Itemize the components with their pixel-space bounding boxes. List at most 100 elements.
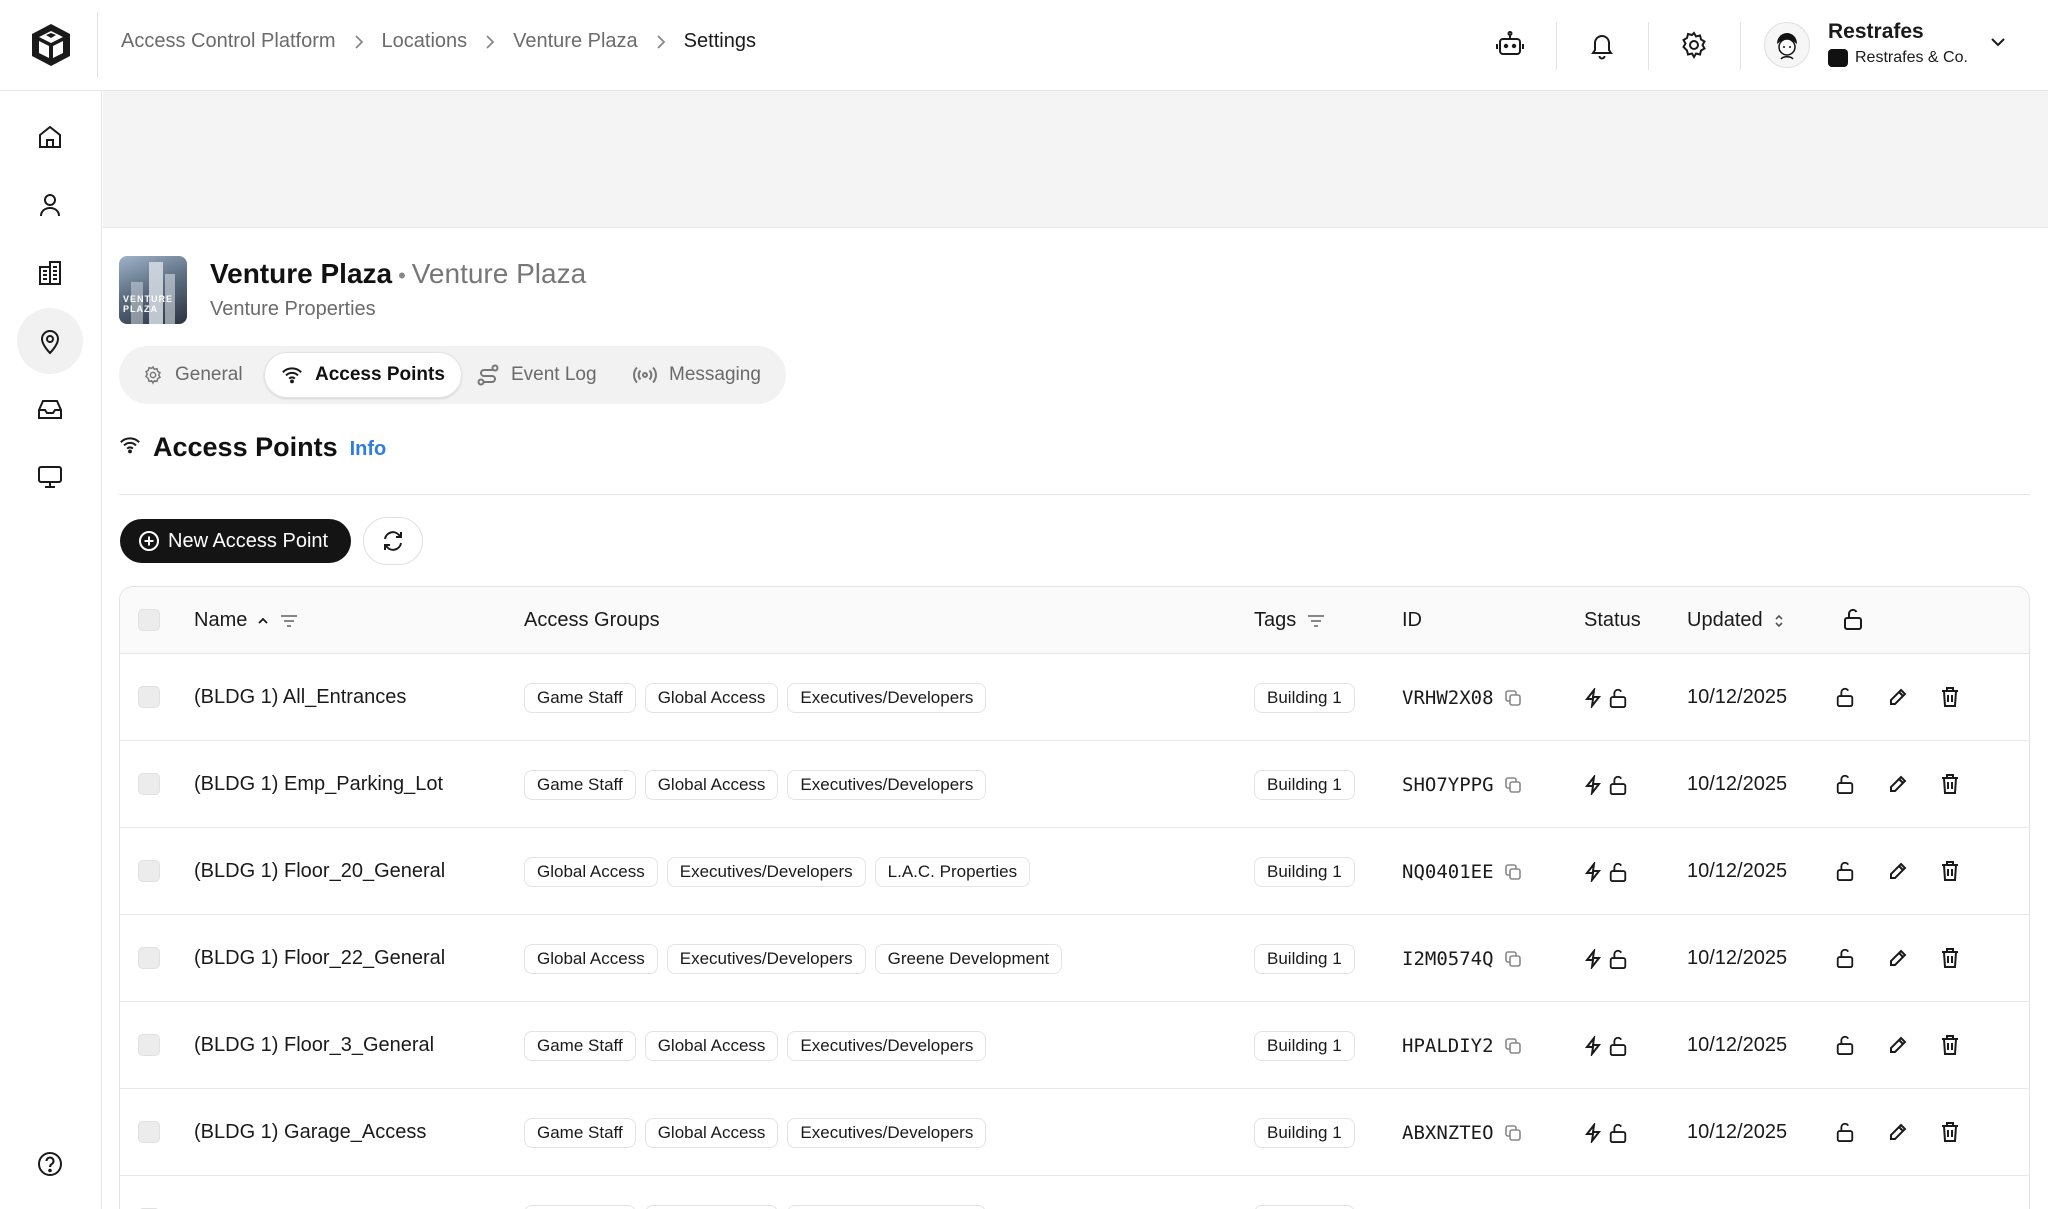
access-group-chip[interactable]: Executives/Developers [787, 1030, 987, 1061]
table-row[interactable]: (BLDG 1) Garage_Access Game Staff Global … [120, 1089, 2029, 1176]
access-group-chip[interactable]: Game Staff [524, 769, 636, 800]
user-name[interactable]: Restrafes [1828, 20, 1924, 44]
access-group-chip[interactable]: Executives/Developers [787, 769, 987, 800]
access-group-chip[interactable]: Executives/Developers [666, 856, 866, 887]
unlock-icon[interactable] [1832, 1032, 1858, 1058]
unlock-icon[interactable] [1832, 684, 1858, 710]
sort-icon[interactable] [1773, 613, 1785, 629]
app-logo-icon[interactable] [24, 18, 78, 72]
access-point-name[interactable]: (BLDG 1) Floor_3_General [194, 1002, 434, 1089]
breadcrumb-item-location[interactable]: Venture Plaza [513, 30, 638, 53]
row-checkbox[interactable] [138, 773, 160, 795]
access-point-name[interactable]: (BLDG 1) Floor_20_General [194, 828, 445, 915]
edit-icon[interactable] [1885, 684, 1911, 710]
tag-chip[interactable]: Building 1 [1254, 943, 1355, 974]
column-header-name[interactable]: Name [194, 609, 299, 632]
table-row[interactable]: (BLDG 1) All_Entrances Game Staff Global … [120, 654, 2029, 741]
unlock-icon[interactable] [1832, 945, 1858, 971]
robot-icon[interactable] [1487, 22, 1533, 68]
edit-icon[interactable] [1885, 945, 1911, 971]
access-group-chip[interactable]: Game Staff [524, 1204, 636, 1209]
access-point-name[interactable]: (BLDG 1) General_Wi... [194, 1176, 406, 1209]
unlock-all-icon[interactable] [1842, 607, 1864, 631]
access-point-name[interactable]: (BLDG 1) Floor_22_General [194, 915, 445, 1002]
access-group-chip[interactable]: Global Access [644, 1204, 779, 1209]
row-checkbox[interactable] [138, 860, 160, 882]
tab-access-points[interactable]: Access Points [264, 352, 462, 398]
tag-chip[interactable]: Building 1 [1254, 769, 1355, 800]
copy-icon[interactable] [1504, 863, 1522, 881]
table-row[interactable]: (BLDG 1) Floor_20_General Global Access E… [120, 828, 2029, 915]
access-point-name[interactable]: (BLDG 1) All_Entrances [194, 654, 406, 741]
unlock-icon[interactable] [1832, 858, 1858, 884]
chevron-down-icon[interactable] [1988, 32, 2008, 57]
tag-chip[interactable]: Building 1 [1254, 1030, 1355, 1061]
bell-icon[interactable] [1579, 22, 1625, 68]
avatar[interactable] [1764, 22, 1810, 68]
access-group-chip[interactable]: Global Access [524, 856, 658, 887]
sort-asc-icon[interactable] [257, 616, 269, 626]
edit-icon[interactable] [1885, 1032, 1911, 1058]
access-group-chip[interactable]: Global Access [644, 682, 779, 713]
copy-icon[interactable] [1504, 1037, 1522, 1055]
edit-icon[interactable] [1885, 771, 1911, 797]
access-group-chip[interactable]: L.A.C. Properties [874, 856, 1031, 887]
info-link[interactable]: Info [350, 438, 387, 461]
select-all-checkbox[interactable] [138, 609, 160, 631]
tag-chip[interactable]: Building 1 [1254, 856, 1355, 887]
access-group-chip[interactable]: Game Staff [524, 682, 636, 713]
sidebar-item-users[interactable] [17, 172, 83, 238]
row-checkbox[interactable] [138, 1121, 160, 1143]
unlock-icon[interactable] [1832, 771, 1858, 797]
sidebar-item-help[interactable] [17, 1131, 83, 1197]
tab-event-log[interactable]: Event Log [461, 352, 613, 398]
sidebar-item-devices[interactable] [17, 444, 83, 510]
access-group-chip[interactable]: Executives/Developers [787, 682, 987, 713]
trash-icon[interactable] [1937, 945, 1963, 971]
breadcrumb-item-locations[interactable]: Locations [382, 30, 468, 53]
access-group-chip[interactable]: Executives/Developers [787, 1204, 987, 1209]
tab-general[interactable]: General [127, 352, 259, 398]
breadcrumb-item-platform[interactable]: Access Control Platform [121, 30, 336, 53]
column-header-tags[interactable]: Tags [1254, 609, 1326, 632]
edit-icon[interactable] [1885, 1119, 1911, 1145]
access-group-chip[interactable]: Greene Development [874, 943, 1063, 974]
access-group-chip[interactable]: Executives/Developers [787, 1117, 987, 1148]
sidebar-item-locations[interactable] [17, 308, 83, 374]
table-row[interactable]: (BLDG 1) Floor_22_General Global Access E… [120, 915, 2029, 1002]
access-group-chip[interactable]: Game Staff [524, 1030, 636, 1061]
tag-chip[interactable]: Building 1 [1254, 682, 1355, 713]
sidebar-item-inbox[interactable] [17, 376, 83, 442]
table-row[interactable]: (BLDG 1) Emp_Parking_Lot Game Staff Globa… [120, 741, 2029, 828]
sidebar-item-home[interactable] [17, 104, 83, 170]
trash-icon[interactable] [1937, 858, 1963, 884]
column-header-updated[interactable]: Updated [1687, 609, 1785, 632]
access-group-chip[interactable]: Global Access [644, 1117, 779, 1148]
new-access-point-button[interactable]: New Access Point [120, 519, 351, 563]
trash-icon[interactable] [1937, 771, 1963, 797]
trash-icon[interactable] [1937, 1119, 1963, 1145]
copy-icon[interactable] [1504, 689, 1522, 707]
access-point-name[interactable]: (BLDG 1) Garage_Access [194, 1089, 426, 1176]
trash-icon[interactable] [1937, 1032, 1963, 1058]
tag-chip[interactable]: Building 1 [1254, 1117, 1355, 1148]
filter-icon[interactable] [279, 613, 299, 629]
copy-icon[interactable] [1504, 776, 1522, 794]
table-row[interactable]: (BLDG 1) General_Wi... Game Staff Global … [120, 1176, 2029, 1209]
filter-icon[interactable] [1306, 613, 1326, 629]
edit-icon[interactable] [1885, 858, 1911, 884]
refresh-button[interactable] [363, 517, 423, 565]
copy-icon[interactable] [1504, 950, 1522, 968]
access-group-chip[interactable]: Global Access [524, 943, 658, 974]
user-org[interactable]: Restrafes & Co. [1828, 49, 1968, 67]
tab-messaging[interactable]: Messaging [617, 352, 777, 398]
tag-chip[interactable]: Building 1 [1254, 1204, 1355, 1209]
table-row[interactable]: (BLDG 1) Floor_3_General Game Staff Globa… [120, 1002, 2029, 1089]
access-group-chip[interactable]: Game Staff [524, 1117, 636, 1148]
trash-icon[interactable] [1937, 684, 1963, 710]
row-checkbox[interactable] [138, 1034, 160, 1056]
access-point-name[interactable]: (BLDG 1) Emp_Parking_Lot [194, 741, 443, 828]
sidebar-item-buildings[interactable] [17, 240, 83, 306]
gear-icon[interactable] [1671, 22, 1717, 68]
access-group-chip[interactable]: Global Access [644, 1030, 779, 1061]
